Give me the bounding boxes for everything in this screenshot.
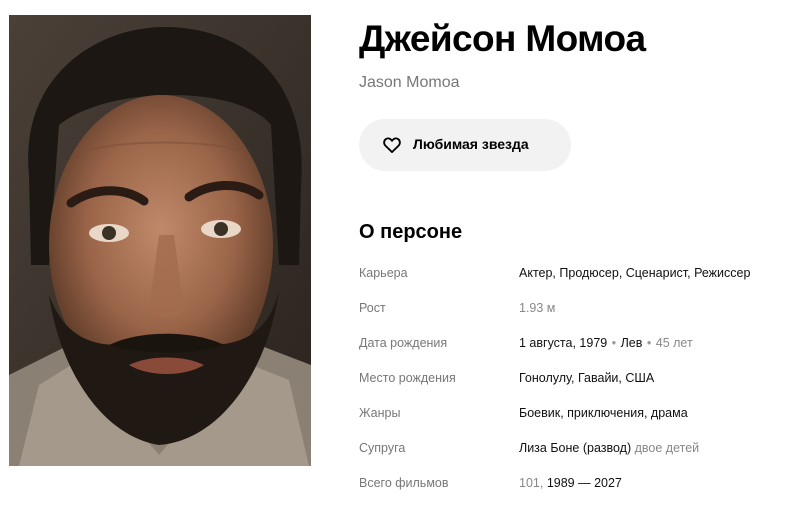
total-films-value: 101, 1989 — 2027 [519, 476, 622, 490]
fact-row-birth-place: Место рождения Гонолулу, Гавайи, США [359, 371, 799, 391]
career-value[interactable]: Актер, Продюсер, Сценарист, Режиссер [519, 266, 750, 280]
spouse-value: Лиза Боне (развод) двое детей [519, 441, 699, 455]
fact-row-career: Карьера Актер, Продюсер, Сценарист, Режи… [359, 266, 799, 286]
favorite-star-label: Любимая звезда [413, 136, 529, 152]
person-photo [9, 15, 311, 466]
heart-icon [383, 137, 401, 153]
birth-date-value: 1 августа, 1979 • Лев • 45 лет [519, 336, 693, 350]
fact-row-genres: Жанры Боевик, приключения, драма [359, 406, 799, 426]
separator-dot: • [646, 336, 652, 350]
zodiac-link[interactable]: Лев [621, 336, 643, 350]
person-original-name: Jason Momoa [359, 74, 460, 91]
fact-label: Жанры [359, 406, 401, 420]
fact-label: Карьера [359, 266, 408, 280]
fact-row-spouse: Супруга Лиза Боне (развод) двое детей [359, 441, 799, 461]
height-value: 1.93 м [519, 301, 556, 315]
favorite-star-button[interactable]: Любимая звезда [359, 119, 571, 171]
films-count: 101, [519, 476, 544, 490]
separator-dot: • [611, 336, 617, 350]
genres-value[interactable]: Боевик, приключения, драма [519, 406, 688, 420]
about-section-title: О персоне [359, 221, 463, 243]
fact-label: Место рождения [359, 371, 456, 385]
fact-row-total-films: Всего фильмов 101, 1989 — 2027 [359, 476, 799, 496]
fact-row-height: Рост 1.93 м [359, 301, 799, 321]
person-name: Джейсон Момоа [359, 18, 646, 59]
fact-label: Супруга [359, 441, 406, 455]
fact-label: Рост [359, 301, 386, 315]
fact-label: Всего фильмов [359, 476, 449, 490]
birth-place-value[interactable]: Гонолулу, Гавайи, США [519, 371, 654, 385]
fact-row-birth-date: Дата рождения 1 августа, 1979 • Лев • 45… [359, 336, 799, 356]
birth-date-link[interactable]: 1 августа, 1979 [519, 336, 607, 350]
spouse-note: двое детей [634, 441, 700, 455]
films-years[interactable]: 1989 — 2027 [547, 476, 622, 490]
age-value: 45 лет [655, 336, 693, 350]
fact-label: Дата рождения [359, 336, 448, 350]
spouse-link[interactable]: Лиза Боне (развод) [519, 441, 631, 455]
